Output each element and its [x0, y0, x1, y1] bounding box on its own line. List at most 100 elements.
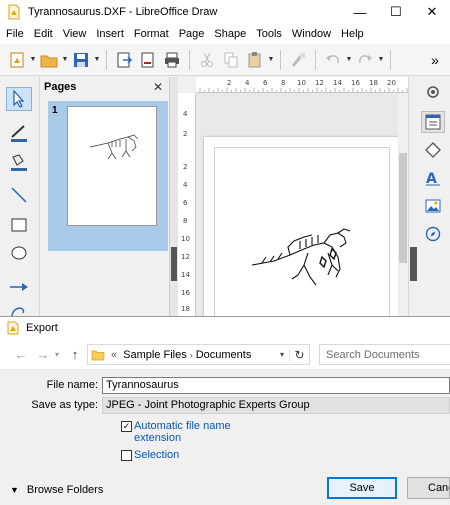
- address-bar[interactable]: « Sample Files › Documents ▾ ↻: [87, 344, 310, 365]
- browse-folders-label[interactable]: Browse Folders: [27, 484, 103, 496]
- automatic-extension-checkbox[interactable]: ✓: [121, 421, 132, 432]
- up-arrow-icon[interactable]: ↑: [66, 347, 84, 362]
- horizontal-ruler: 2 4 6 8 10 12 14 16 18 20: [196, 77, 408, 93]
- menu-view[interactable]: View: [58, 28, 92, 40]
- pages-pane: Pages ✕ 1: [40, 77, 170, 316]
- address-overflow[interactable]: «: [111, 349, 117, 361]
- page-thumbnail-number: 1: [52, 105, 58, 116]
- libreoffice-draw-icon: [7, 321, 19, 335]
- minimize-button[interactable]: —: [342, 0, 378, 24]
- open-folder-icon[interactable]: [38, 49, 60, 71]
- paste-icon[interactable]: [244, 49, 266, 71]
- pages-pane-close-icon[interactable]: ✕: [153, 80, 163, 94]
- menu-shape[interactable]: Shape: [209, 28, 251, 40]
- page-thumbnail[interactable]: [67, 106, 157, 226]
- cut-icon[interactable]: [196, 49, 218, 71]
- undo-dropdown-icon[interactable]: ▼: [345, 56, 353, 63]
- search-input[interactable]: Search Documents: [319, 344, 450, 365]
- fill-color-icon[interactable]: [6, 151, 32, 175]
- print-icon[interactable]: [161, 49, 183, 71]
- selection-checkbox[interactable]: [121, 450, 132, 461]
- pages-pane-title: Pages: [44, 81, 77, 93]
- ruler-number: 4: [183, 110, 188, 118]
- save-button[interactable]: Save: [327, 477, 397, 499]
- address-dropdown-icon[interactable]: ▾: [275, 350, 289, 359]
- menu-file[interactable]: File: [0, 28, 29, 40]
- forward-arrow-icon[interactable]: →: [34, 347, 52, 362]
- menu-help[interactable]: Help: [336, 28, 369, 40]
- automatic-extension-label-line2[interactable]: extension: [134, 432, 181, 444]
- menu-bar: File Edit View Insert Format Page Shape …: [0, 24, 450, 44]
- sidebar-splitter-grip[interactable]: [410, 247, 417, 281]
- new-dropdown-icon[interactable]: ▼: [29, 56, 37, 63]
- toolbar-overflow-icon[interactable]: »: [424, 49, 446, 71]
- curve-tool-icon[interactable]: [6, 301, 32, 316]
- menu-insert[interactable]: Insert: [91, 28, 129, 40]
- sidebar-splitter[interactable]: [408, 77, 417, 316]
- back-arrow-icon[interactable]: ←: [12, 347, 30, 362]
- ruler-number: 18: [181, 305, 190, 313]
- redo-icon[interactable]: [354, 49, 376, 71]
- browse-folders-toggle[interactable]: ▼ Browse Folders: [10, 484, 103, 496]
- address-separator-icon[interactable]: ›: [190, 350, 193, 360]
- save-as-type-select[interactable]: JPEG - Joint Photographic Experts Group: [102, 397, 450, 414]
- ruler-number: 2: [183, 130, 188, 138]
- address-segment-documents[interactable]: Documents: [196, 349, 252, 361]
- redo-dropdown-icon[interactable]: ▼: [377, 56, 385, 63]
- pane-splitter[interactable]: [170, 77, 178, 316]
- standard-toolbar: ▼ ▼ ▼ ▼ ▼ ▼ »: [0, 44, 450, 76]
- sidebar-gallery-icon[interactable]: [421, 195, 445, 217]
- export-pdf-icon[interactable]: [137, 49, 159, 71]
- title-bar: Tyrannosaurus.DXF - LibreOffice Draw — ☐…: [0, 0, 450, 24]
- drawing-canvas[interactable]: [196, 93, 408, 316]
- menu-format[interactable]: Format: [129, 28, 174, 40]
- line-color-icon[interactable]: [6, 121, 32, 145]
- open-dropdown-icon[interactable]: ▼: [61, 56, 69, 63]
- sidebar-navigator-icon[interactable]: [421, 223, 445, 245]
- ruler-number: 20: [387, 79, 396, 87]
- vertical-scrollbar-thumb[interactable]: [399, 153, 407, 263]
- selection-label[interactable]: Selection: [134, 449, 179, 461]
- maximize-button[interactable]: ☐: [378, 0, 414, 24]
- save-icon[interactable]: [70, 49, 92, 71]
- close-window-button[interactable]: ✕: [414, 0, 450, 24]
- rectangle-tool-icon[interactable]: [6, 213, 32, 237]
- sidebar-shapes-icon[interactable]: [421, 139, 445, 161]
- sidebar-properties-icon[interactable]: [421, 111, 445, 133]
- export-icon[interactable]: [113, 49, 135, 71]
- automatic-extension-label[interactable]: Automatic file name: [134, 420, 231, 432]
- sidebar-settings-icon[interactable]: [421, 81, 445, 103]
- arrow-line-tool-icon[interactable]: [6, 275, 32, 299]
- cancel-button[interactable]: Cancel: [407, 477, 450, 499]
- menu-tools[interactable]: Tools: [251, 28, 287, 40]
- menu-page[interactable]: Page: [174, 28, 210, 40]
- ruler-number: 18: [369, 79, 378, 87]
- ruler-number: 8: [281, 79, 286, 87]
- menu-edit[interactable]: Edit: [29, 28, 58, 40]
- toolbar-separator: [315, 49, 316, 70]
- paste-dropdown-icon[interactable]: ▼: [267, 56, 275, 63]
- undo-icon[interactable]: [322, 49, 344, 71]
- drawing-page[interactable]: [204, 137, 404, 316]
- chevron-down-icon[interactable]: ▼: [10, 485, 19, 495]
- ruler-number: 2: [227, 79, 232, 87]
- refresh-icon[interactable]: ↻: [289, 347, 309, 362]
- address-segment-sample-files[interactable]: Sample Files: [123, 349, 187, 361]
- pane-splitter-grip[interactable]: [171, 247, 177, 281]
- copy-icon[interactable]: [220, 49, 242, 71]
- sidebar-styles-icon[interactable]: A: [421, 167, 445, 189]
- clone-formatting-icon[interactable]: [287, 49, 309, 71]
- save-dropdown-icon[interactable]: ▼: [93, 56, 101, 63]
- file-name-label: File name:: [46, 379, 98, 391]
- new-document-icon[interactable]: [6, 49, 28, 71]
- menu-window[interactable]: Window: [287, 28, 336, 40]
- line-tool-icon[interactable]: [6, 183, 32, 207]
- ruler-number: 10: [181, 235, 190, 243]
- vertical-scrollbar[interactable]: [398, 93, 408, 316]
- select-tool-icon[interactable]: [6, 87, 32, 111]
- ruler-number: 4: [245, 79, 250, 87]
- ellipse-tool-icon[interactable]: [6, 241, 32, 265]
- trex-skeleton-drawing[interactable]: [204, 137, 404, 316]
- file-name-input[interactable]: Tyrannosaurus: [102, 377, 450, 394]
- recent-locations-chevron-icon[interactable]: ▾: [52, 350, 62, 359]
